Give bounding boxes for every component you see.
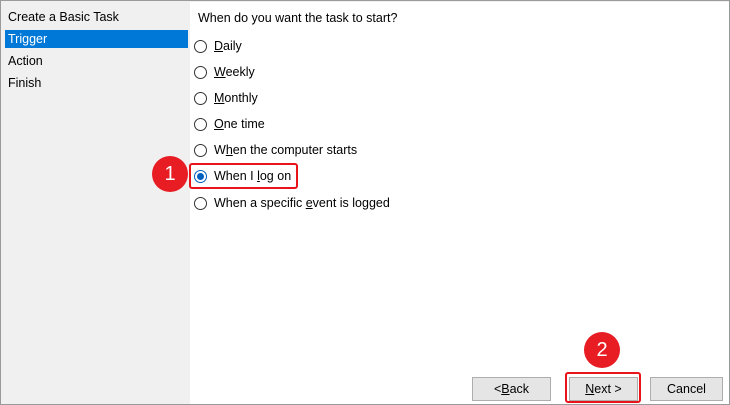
wizard-window: Create a Basic Task Trigger Action Finis…: [0, 0, 730, 405]
step-action[interactable]: Action: [5, 52, 188, 70]
back-button[interactable]: < Back: [472, 377, 551, 401]
step-badge-1: 1: [152, 156, 188, 192]
option-weekly-label: Weekly: [214, 65, 255, 79]
trigger-question: When do you want the task to start?: [198, 11, 398, 25]
step-finish[interactable]: Finish: [5, 74, 188, 92]
radio-computer-starts[interactable]: [194, 143, 207, 157]
option-computer-starts[interactable]: When the computer starts: [194, 140, 357, 160]
step-trigger[interactable]: Trigger: [5, 30, 188, 48]
trigger-panel: When do you want the task to start? Dail…: [190, 2, 729, 404]
option-computer-starts-label: When the computer starts: [214, 143, 358, 157]
option-one-time-label: One time: [214, 117, 265, 131]
highlight-next-button: [565, 372, 641, 403]
option-event-logged[interactable]: When a specific event is logged: [194, 193, 390, 213]
radio-monthly[interactable]: [194, 91, 207, 105]
option-event-logged-label: When a specific event is logged: [214, 196, 390, 210]
option-monthly[interactable]: Monthly: [194, 88, 258, 108]
option-monthly-label: Monthly: [214, 91, 258, 105]
option-daily[interactable]: Daily: [194, 36, 242, 56]
radio-weekly[interactable]: [194, 65, 207, 79]
radio-daily[interactable]: [194, 39, 207, 53]
option-weekly[interactable]: Weekly: [194, 62, 255, 82]
step-create-basic-task[interactable]: Create a Basic Task: [5, 8, 188, 26]
radio-event-logged[interactable]: [194, 196, 207, 210]
option-daily-label: Daily: [214, 39, 242, 53]
step-badge-2: 2: [584, 332, 620, 368]
radio-one-time[interactable]: [194, 117, 207, 131]
option-one-time[interactable]: One time: [194, 114, 265, 134]
wizard-steps-sidebar: Create a Basic Task Trigger Action Finis…: [2, 2, 189, 404]
highlight-log-on-option: [189, 163, 298, 189]
cancel-button[interactable]: Cancel: [650, 377, 723, 401]
